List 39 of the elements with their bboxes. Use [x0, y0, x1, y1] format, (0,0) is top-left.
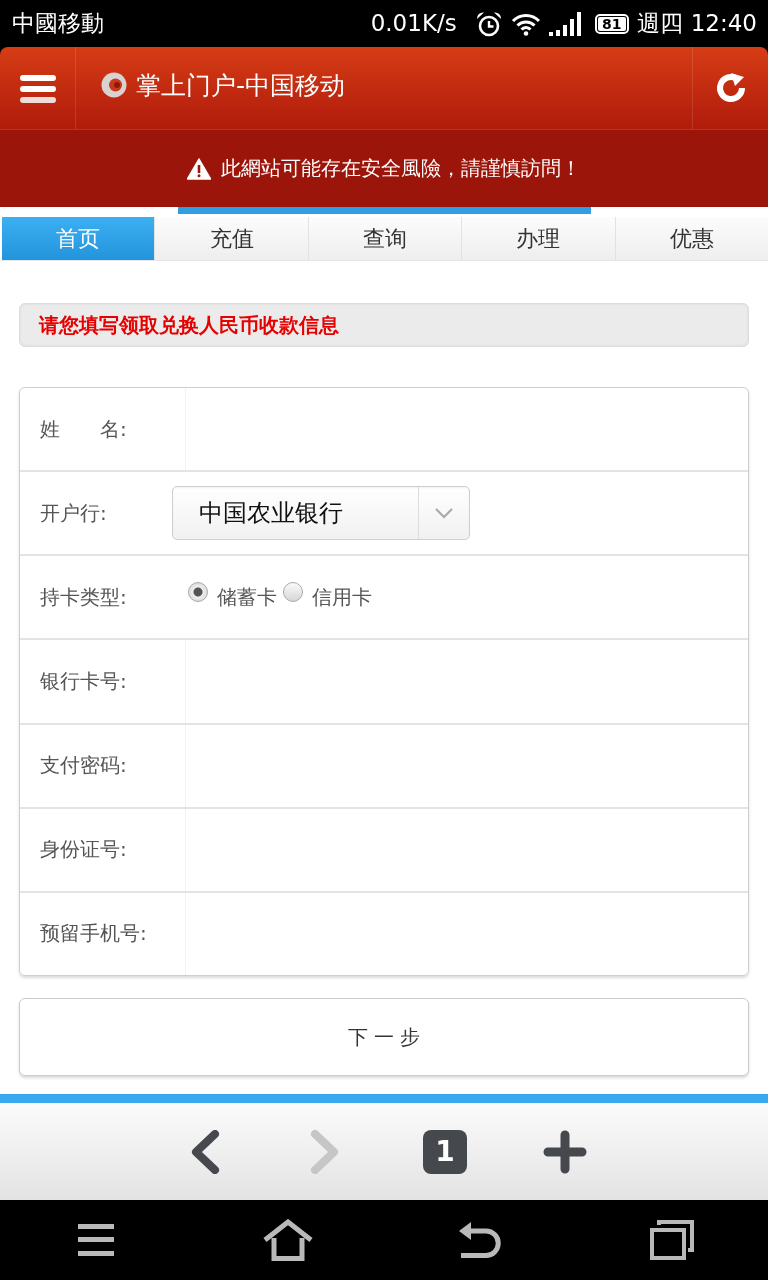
field-label: 开户行:	[40, 499, 108, 527]
recent-apps-icon[interactable]	[650, 1220, 694, 1260]
notice-text: 请您填写领取兑换人民币收款信息	[39, 311, 339, 339]
alarm-clock-icon	[474, 10, 503, 37]
home-icon[interactable]	[263, 1219, 313, 1261]
field-label: 姓 名:	[40, 415, 128, 443]
next-button[interactable]: 下 一 步	[19, 998, 749, 1076]
tab[interactable]: 办理	[461, 217, 615, 261]
carrier-name: 中國移動	[12, 12, 104, 35]
clock: 12:40	[690, 12, 757, 35]
weekday: 週四	[636, 12, 683, 35]
tab-count-button[interactable]: 1	[423, 1129, 467, 1174]
warning-text: 此網站可能存在安全風險，請謹慎訪問！	[221, 155, 581, 182]
menu-icon[interactable]	[19, 75, 56, 103]
battery-level: 81	[594, 13, 629, 34]
field-label: 身份证号:	[40, 836, 128, 864]
field-label: 银行卡号:	[40, 668, 128, 695]
bank-select[interactable]: 中国农业银行	[172, 486, 470, 541]
chevron-left-icon[interactable]	[190, 1129, 220, 1174]
back-icon[interactable]	[457, 1221, 503, 1259]
signal-icon	[548, 11, 581, 36]
warning-icon	[187, 157, 211, 180]
chevron-down-icon	[434, 507, 454, 520]
field-label: 预留手机号:	[40, 920, 148, 948]
tab[interactable]: 充值	[154, 217, 308, 261]
network-speed: 0.01K/s	[370, 12, 457, 35]
radio-button[interactable]	[283, 582, 303, 603]
field-label: 支付密码:	[40, 752, 128, 780]
field-label: 持卡类型:	[40, 583, 128, 611]
option-label: 信用卡	[312, 583, 372, 611]
menu-icon[interactable]	[78, 1224, 114, 1256]
tab[interactable]: 优惠	[614, 217, 768, 261]
logo-icon	[101, 72, 127, 98]
radio-button[interactable]	[188, 582, 208, 603]
wifi-icon	[510, 11, 541, 36]
page-title: 掌上门户-中国移动	[136, 69, 346, 102]
plus-icon[interactable]	[543, 1129, 587, 1174]
tab[interactable]: 查询	[307, 217, 462, 261]
option-label: 储蓄卡	[217, 583, 277, 611]
